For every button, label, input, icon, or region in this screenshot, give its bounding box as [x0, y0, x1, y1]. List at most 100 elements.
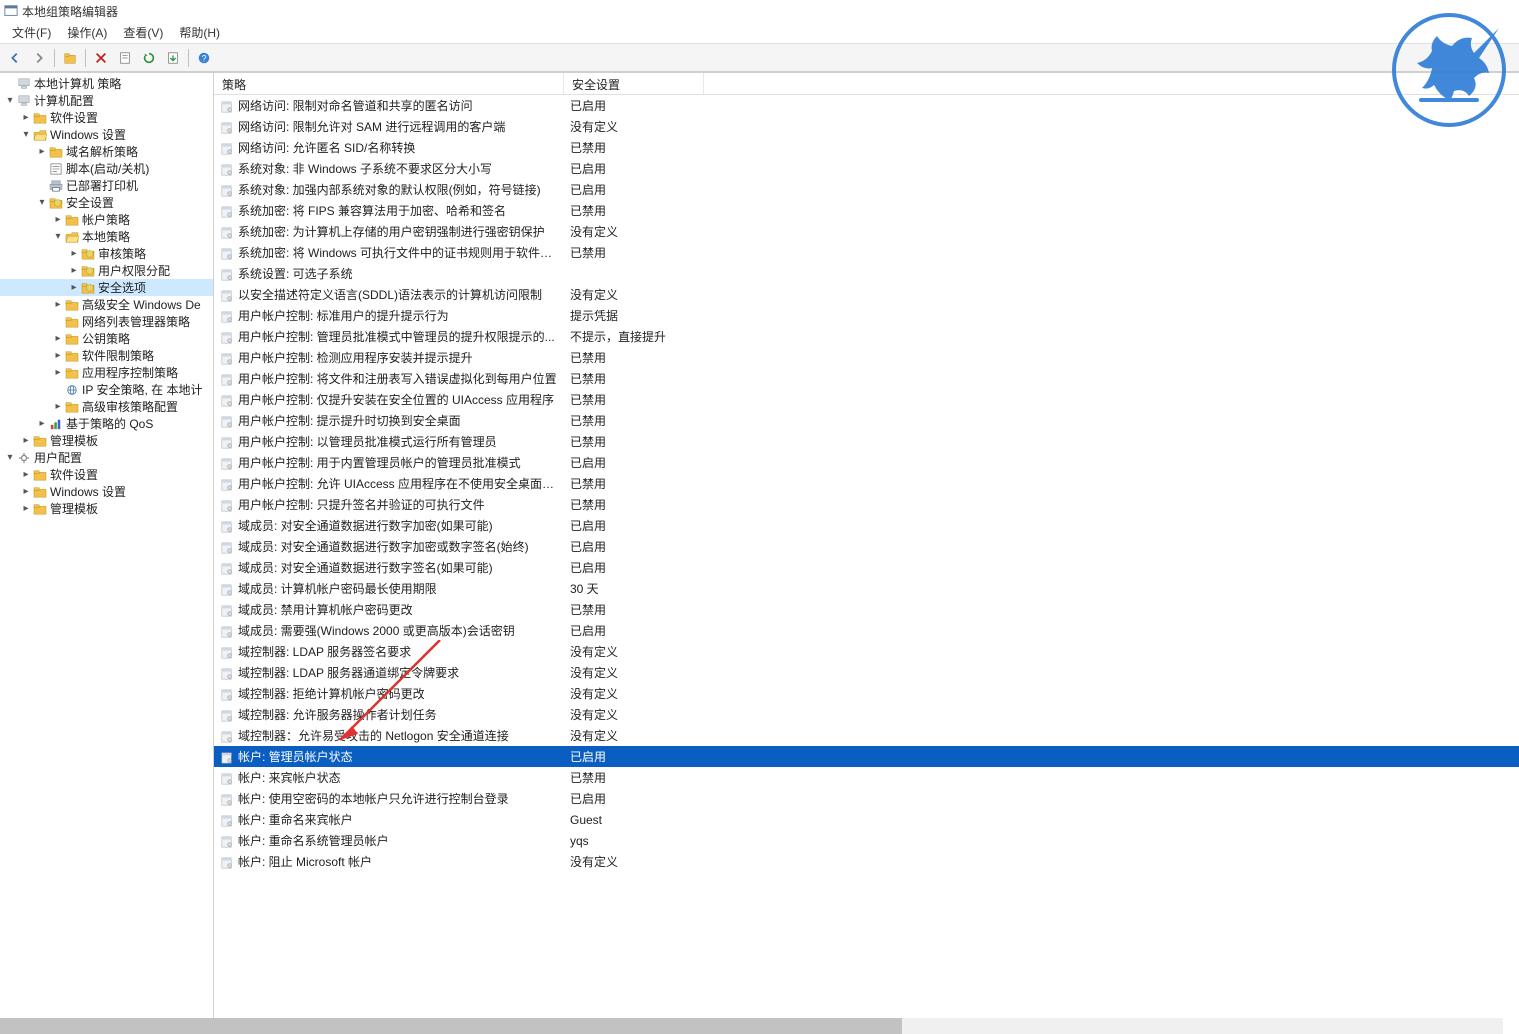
- policy-row[interactable]: 帐户: 重命名来宾帐户 Guest: [214, 809, 1519, 830]
- expander-icon[interactable]: ▸: [52, 401, 64, 412]
- expander-icon[interactable]: ▾: [36, 197, 48, 208]
- policy-row[interactable]: 系统加密: 将 Windows 可执行文件中的证书规则用于软件限... 已禁用: [214, 242, 1519, 263]
- policy-row[interactable]: 域成员: 对安全通道数据进行数字加密(如果可能) 已启用: [214, 515, 1519, 536]
- policy-row[interactable]: 域成员: 对安全通道数据进行数字加密或数字签名(始终) 已启用: [214, 536, 1519, 557]
- menu-view[interactable]: 查看(V): [115, 24, 171, 41]
- forward-button[interactable]: [28, 47, 50, 69]
- menu-action[interactable]: 操作(A): [59, 24, 115, 41]
- tree-pane[interactable]: 本地计算机 策略 ▾ 计算机配置 ▸ 软件设置 ▾ Windows 设置 ▸ 域…: [0, 73, 214, 1034]
- policy-row[interactable]: 帐户: 使用空密码的本地帐户只允许进行控制台登录 已启用: [214, 788, 1519, 809]
- expander-icon[interactable]: ▸: [52, 367, 64, 378]
- expander-icon[interactable]: ▾: [52, 231, 64, 242]
- tree-app-control[interactable]: ▸ 应用程序控制策略: [0, 364, 213, 381]
- tree-deployed-printers[interactable]: 已部署打印机: [0, 177, 213, 194]
- policy-row[interactable]: 系统加密: 将 FIPS 兼容算法用于加密、哈希和签名 已禁用: [214, 200, 1519, 221]
- policy-row[interactable]: 系统对象: 非 Windows 子系统不要求区分大小写 已启用: [214, 158, 1519, 179]
- list-pane[interactable]: 策略 安全设置 网络访问: 限制对命名管道和共享的匿名访问 已启用 网络访问: …: [214, 73, 1519, 1034]
- tree-software-restriction[interactable]: ▸ 软件限制策略: [0, 347, 213, 364]
- column-header-setting[interactable]: 安全设置: [564, 73, 704, 94]
- policy-row[interactable]: 用户帐户控制: 允许 UIAccess 应用程序在不使用安全桌面的... 已禁用: [214, 473, 1519, 494]
- properties-button[interactable]: [114, 47, 136, 69]
- tree-root-node[interactable]: 本地计算机 策略: [0, 75, 213, 92]
- tree-account-policies[interactable]: ▸ 帐户策略: [0, 211, 213, 228]
- policy-row[interactable]: 帐户: 来宾帐户状态 已禁用: [214, 767, 1519, 788]
- policy-row[interactable]: 帐户: 管理员帐户状态 已启用: [214, 746, 1519, 767]
- tree-user-config[interactable]: ▾ 用户配置: [0, 449, 213, 466]
- policy-row[interactable]: 用户帐户控制: 以管理员批准模式运行所有管理员 已禁用: [214, 431, 1519, 452]
- expander-icon[interactable]: ▸: [36, 418, 48, 429]
- tree-local-policies[interactable]: ▾ 本地策略: [0, 228, 213, 245]
- delete-button[interactable]: [90, 47, 112, 69]
- policy-row[interactable]: 网络访问: 限制对命名管道和共享的匿名访问 已启用: [214, 95, 1519, 116]
- expander-icon[interactable]: ▸: [20, 469, 32, 480]
- policy-row[interactable]: 域控制器: LDAP 服务器通道绑定令牌要求 没有定义: [214, 662, 1519, 683]
- tree-admin-templates-c[interactable]: ▸ 管理模板: [0, 432, 213, 449]
- tree-scripts[interactable]: 脚本(启动/关机): [0, 160, 213, 177]
- up-button[interactable]: [59, 47, 81, 69]
- policy-row[interactable]: 系统加密: 为计算机上存储的用户密钥强制进行强密钥保护 没有定义: [214, 221, 1519, 242]
- tree-public-key[interactable]: ▸ 公钥策略: [0, 330, 213, 347]
- policy-row[interactable]: 用户帐户控制: 只提升签名并验证的可执行文件 已禁用: [214, 494, 1519, 515]
- tree-admin-templates-u[interactable]: ▸ 管理模板: [0, 500, 213, 517]
- policy-row[interactable]: 域成员: 需要强(Windows 2000 或更高版本)会话密钥 已启用: [214, 620, 1519, 641]
- expander-icon[interactable]: ▸: [52, 333, 64, 344]
- policy-row[interactable]: 用户帐户控制: 标准用户的提升提示行为 提示凭据: [214, 305, 1519, 326]
- tree-security-settings[interactable]: ▾ 安全设置: [0, 194, 213, 211]
- expander-icon[interactable]: ▸: [20, 112, 32, 123]
- expander-icon[interactable]: ▸: [20, 486, 32, 497]
- tree-software-settings[interactable]: ▸ 软件设置: [0, 109, 213, 126]
- policy-row[interactable]: 帐户: 阻止 Microsoft 帐户 没有定义: [214, 851, 1519, 872]
- expander-icon[interactable]: ▸: [52, 299, 64, 310]
- tree-audit-policy[interactable]: ▸ 审核策略: [0, 245, 213, 262]
- refresh-button[interactable]: [138, 47, 160, 69]
- export-button[interactable]: [162, 47, 184, 69]
- policy-row[interactable]: 域成员: 对安全通道数据进行数字签名(如果可能) 已启用: [214, 557, 1519, 578]
- tree-network-list[interactable]: 网络列表管理器策略: [0, 313, 213, 330]
- menu-file[interactable]: 文件(F): [4, 24, 59, 41]
- tree-windows-settings[interactable]: ▾ Windows 设置: [0, 126, 213, 143]
- policy-row[interactable]: 用户帐户控制: 提示提升时切换到安全桌面 已禁用: [214, 410, 1519, 431]
- expander-icon[interactable]: ▾: [20, 129, 32, 140]
- tree-ip-security[interactable]: IP 安全策略, 在 本地计: [0, 381, 213, 398]
- policy-row[interactable]: 域控制器：允许易受攻击的 Netlogon 安全通道连接 没有定义: [214, 725, 1519, 746]
- policy-row[interactable]: 以安全描述符定义语言(SDDL)语法表示的计算机访问限制 没有定义: [214, 284, 1519, 305]
- expander-icon[interactable]: ▸: [68, 265, 80, 276]
- tree-dns-policy[interactable]: ▸ 域名解析策略: [0, 143, 213, 160]
- policy-row[interactable]: 网络访问: 限制允许对 SAM 进行远程调用的客户端 没有定义: [214, 116, 1519, 137]
- expander-icon[interactable]: ▸: [68, 248, 80, 259]
- tree-user-rights[interactable]: ▸ 用户权限分配: [0, 262, 213, 279]
- expander-icon[interactable]: ▾: [4, 452, 16, 463]
- policy-row[interactable]: 域控制器: 允许服务器操作者计划任务 没有定义: [214, 704, 1519, 725]
- menu-help[interactable]: 帮助(H): [171, 24, 228, 41]
- policy-row[interactable]: 系统设置: 可选子系统: [214, 263, 1519, 284]
- expander-icon[interactable]: ▸: [36, 146, 48, 157]
- expander-icon[interactable]: ▾: [4, 95, 16, 106]
- tree-windows-settings-u[interactable]: ▸ Windows 设置: [0, 483, 213, 500]
- back-button[interactable]: [4, 47, 26, 69]
- policy-row[interactable]: 域控制器: 拒绝计算机帐户密码更改 没有定义: [214, 683, 1519, 704]
- policy-row[interactable]: 域成员: 计算机帐户密码最长使用期限 30 天: [214, 578, 1519, 599]
- expander-icon[interactable]: ▸: [20, 503, 32, 514]
- policy-row[interactable]: 用户帐户控制: 将文件和注册表写入错误虚拟化到每用户位置 已禁用: [214, 368, 1519, 389]
- help-button[interactable]: ?: [193, 47, 215, 69]
- policy-row[interactable]: 网络访问: 允许匿名 SID/名称转换 已禁用: [214, 137, 1519, 158]
- policy-row[interactable]: 域成员: 禁用计算机帐户密码更改 已禁用: [214, 599, 1519, 620]
- expander-icon[interactable]: ▸: [68, 282, 80, 293]
- expander-icon[interactable]: ▸: [52, 214, 64, 225]
- policy-row[interactable]: 帐户: 重命名系统管理员帐户 yqs: [214, 830, 1519, 851]
- policy-row[interactable]: 用户帐户控制: 检测应用程序安装并提示提升 已禁用: [214, 347, 1519, 368]
- policy-row[interactable]: 用户帐户控制: 管理员批准模式中管理员的提升权限提示的... 不提示，直接提升: [214, 326, 1519, 347]
- tree-advanced-firewall[interactable]: ▸ 高级安全 Windows De: [0, 296, 213, 313]
- tree-software-settings-u[interactable]: ▸ 软件设置: [0, 466, 213, 483]
- policy-row[interactable]: 用户帐户控制: 仅提升安装在安全位置的 UIAccess 应用程序 已禁用: [214, 389, 1519, 410]
- expander-icon[interactable]: ▸: [52, 350, 64, 361]
- tree-advanced-audit[interactable]: ▸ 高级审核策略配置: [0, 398, 213, 415]
- tree-security-options[interactable]: ▸ 安全选项: [0, 279, 213, 296]
- tree-computer-config[interactable]: ▾ 计算机配置: [0, 92, 213, 109]
- policy-row[interactable]: 用户帐户控制: 用于内置管理员帐户的管理员批准模式 已启用: [214, 452, 1519, 473]
- policy-row[interactable]: 域控制器: LDAP 服务器签名要求 没有定义: [214, 641, 1519, 662]
- tree-qos[interactable]: ▸ 基于策略的 QoS: [0, 415, 213, 432]
- column-header-policy[interactable]: 策略: [214, 73, 564, 94]
- policy-row[interactable]: 系统对象: 加强内部系统对象的默认权限(例如，符号链接) 已启用: [214, 179, 1519, 200]
- expander-icon[interactable]: ▸: [20, 435, 32, 446]
